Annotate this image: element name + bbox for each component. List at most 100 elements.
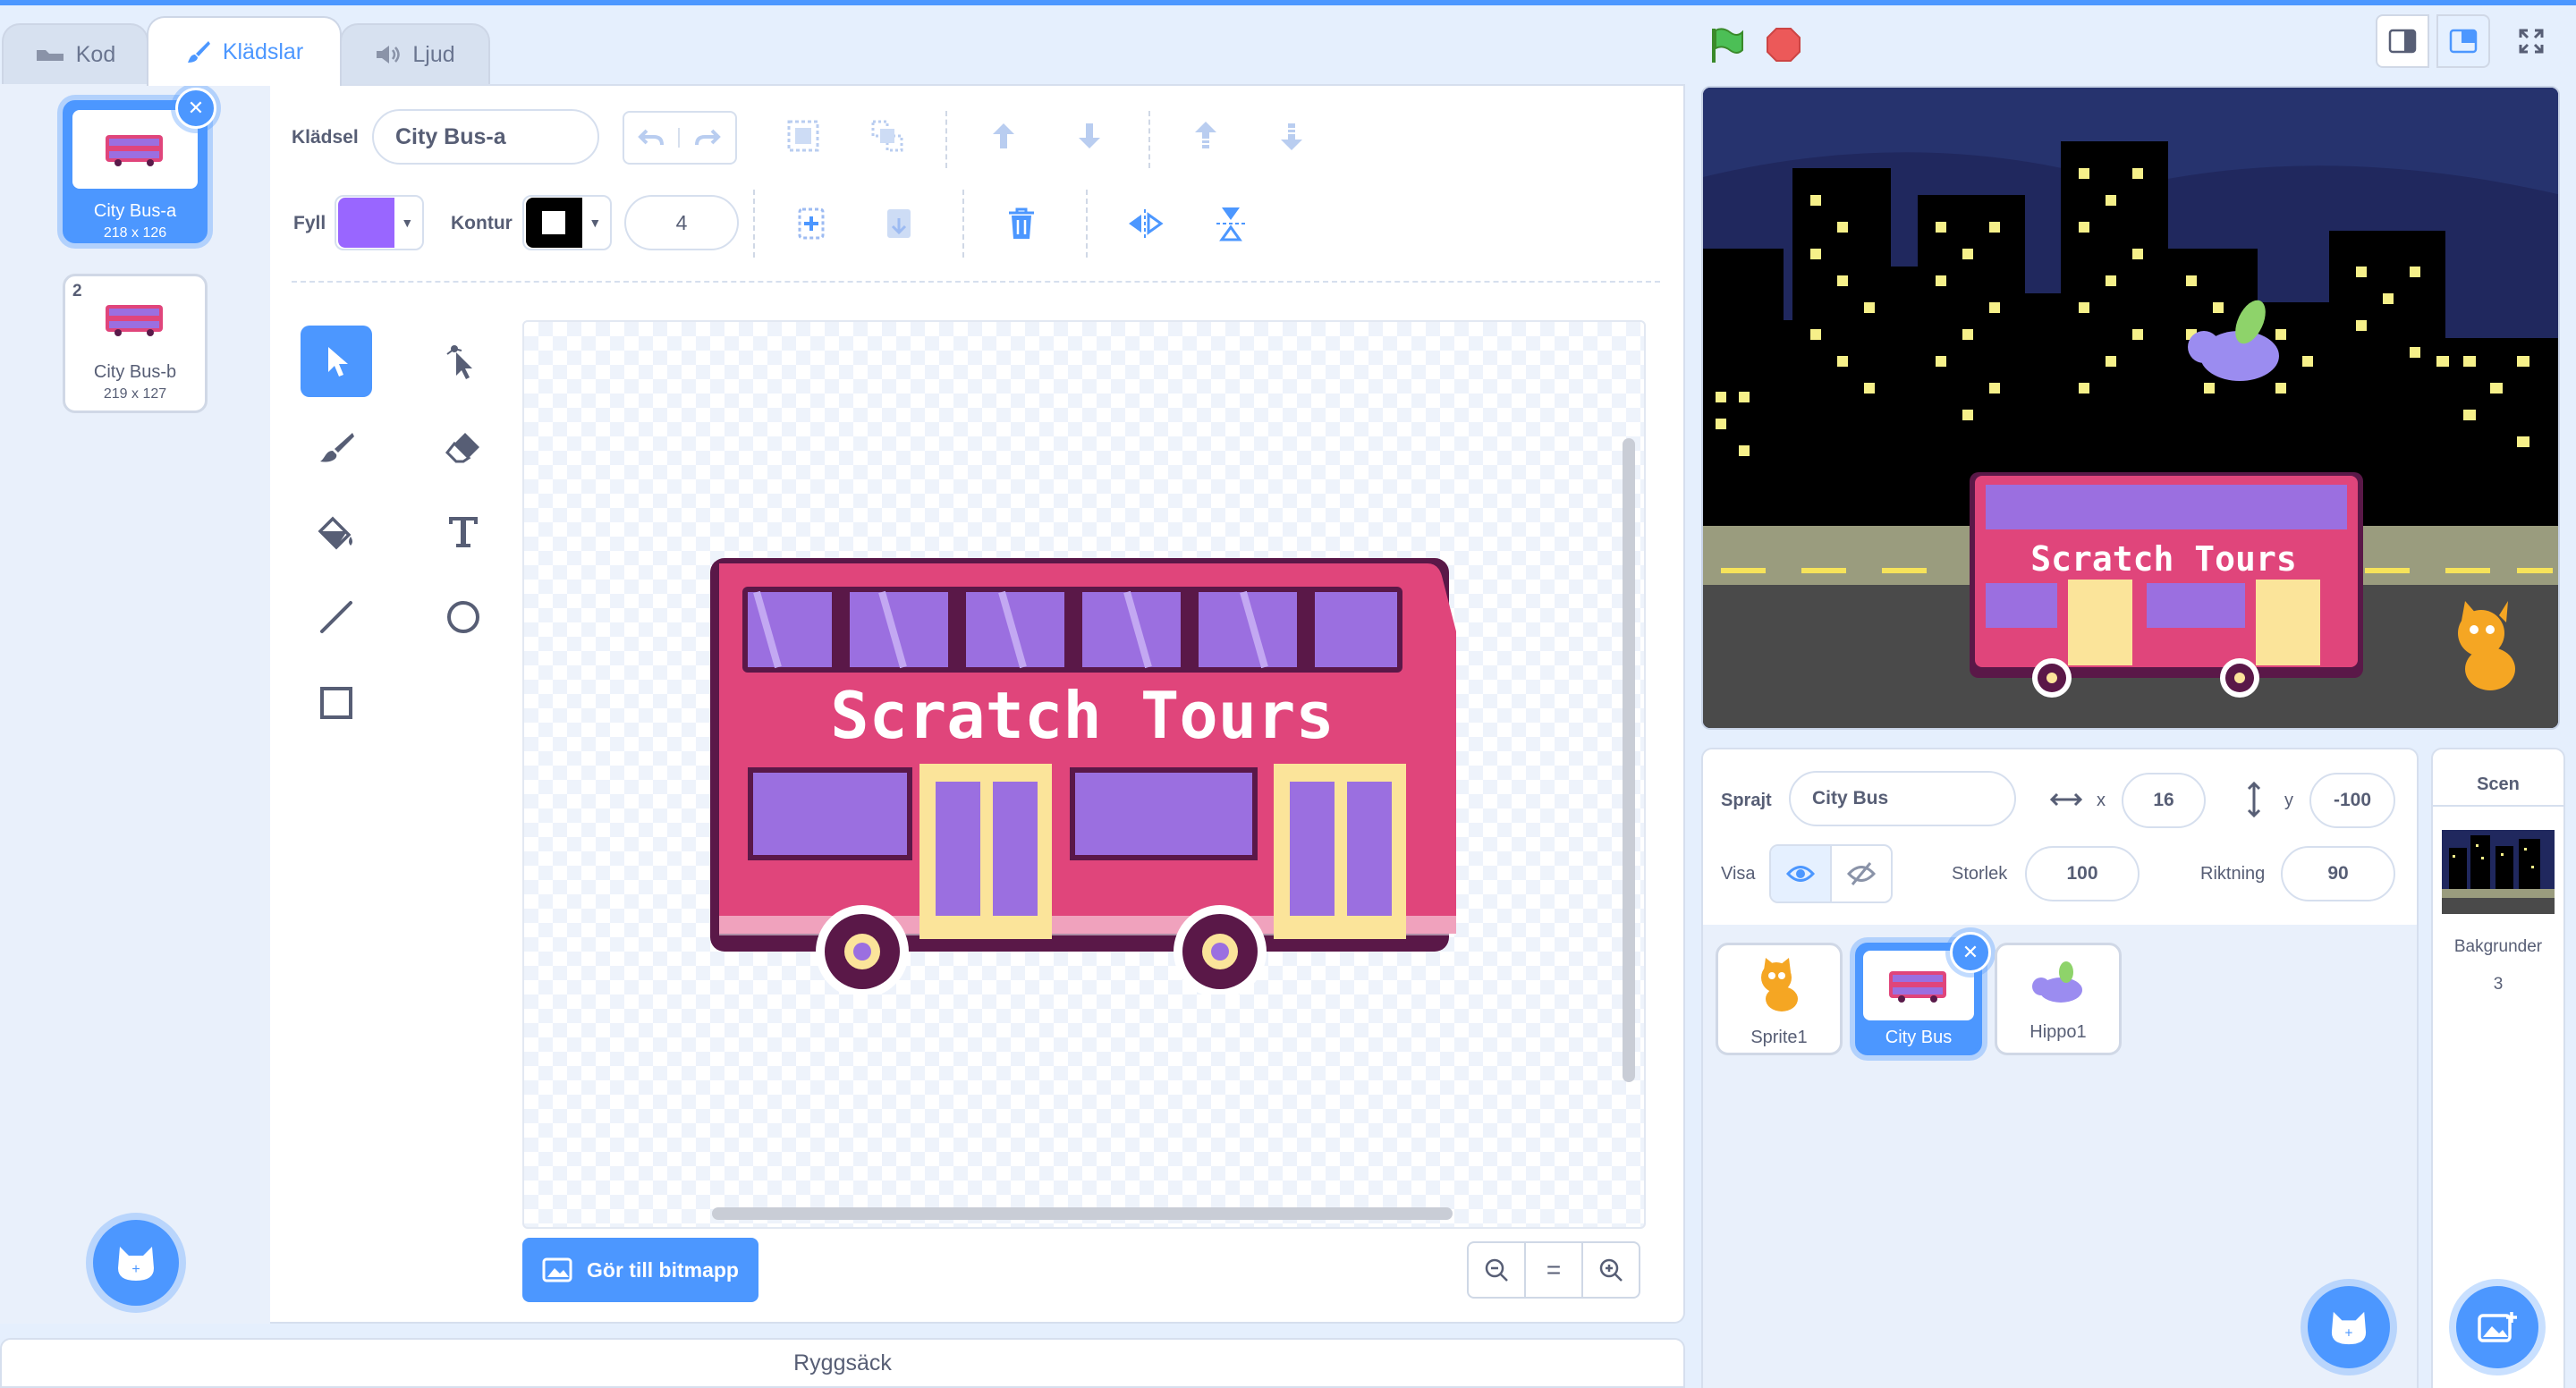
arrow-down-icon <box>1079 123 1100 148</box>
circle-tool[interactable] <box>428 581 499 653</box>
x-label: x <box>2097 791 2106 810</box>
delete-costume-button[interactable]: ✕ <box>175 88 216 129</box>
zoom-reset-button[interactable]: = <box>1524 1241 1583 1299</box>
line-tool[interactable] <box>301 581 372 653</box>
choose-backdrop-button[interactable] <box>2456 1286 2538 1368</box>
bus-thumbnail-icon <box>1889 971 1946 1003</box>
undo-icon <box>638 129 664 146</box>
sprite-name: Sprite1 <box>1750 1028 1808 1047</box>
group-button[interactable] <box>780 113 826 159</box>
y-input[interactable]: -100 <box>2309 773 2395 828</box>
zoom-in-button[interactable] <box>1581 1241 1640 1299</box>
backpack[interactable]: Ryggsäck <box>0 1338 1685 1388</box>
delete-sprite-button[interactable]: ✕ <box>1950 932 1991 973</box>
copy-button[interactable] <box>787 200 834 247</box>
rectangle-icon <box>320 687 352 719</box>
outline-color-picker[interactable]: ▼ <box>522 195 612 250</box>
redo-icon <box>695 129 721 146</box>
canvas-vertical-scrollbar[interactable] <box>1623 438 1635 1082</box>
text-tool[interactable] <box>428 495 499 567</box>
back-button[interactable] <box>1268 113 1315 159</box>
top-accent-bar <box>0 0 2576 5</box>
hide-button[interactable] <box>1832 846 1891 901</box>
speaker-icon <box>377 46 401 63</box>
costume-size: 219 x 127 <box>103 386 167 402</box>
size-input[interactable]: 100 <box>2025 846 2140 901</box>
eraser-tool[interactable] <box>428 411 499 483</box>
select-tool[interactable] <box>301 326 372 397</box>
code-icon <box>36 50 64 61</box>
show-label: Visa <box>1721 864 1756 884</box>
normal-stage-button[interactable] <box>2436 14 2490 68</box>
costume-thumbnail <box>71 292 199 346</box>
paintbrush-icon <box>187 41 210 63</box>
stage[interactable]: Scratch Tours <box>1701 86 2560 730</box>
rectangle-tool[interactable] <box>301 667 372 739</box>
flip-horizontal-icon <box>1129 209 1164 238</box>
sprite-tile-hippo1[interactable]: Hippo1 <box>1995 943 2122 1055</box>
costume-name-input[interactable]: City Bus-a <box>372 109 599 165</box>
arrow-to-top-icon <box>1195 122 1216 148</box>
svg-text:+: + <box>2345 1325 2353 1341</box>
costume-size: 218 x 126 <box>103 225 167 241</box>
circle-icon <box>447 601 479 633</box>
direction-label: Riktning <box>2200 864 2266 884</box>
tab-sounds[interactable]: Ljud <box>340 23 490 84</box>
sprite-name-input[interactable]: City Bus <box>1789 771 2016 826</box>
reshape-tool[interactable] <box>428 326 499 397</box>
green-flag-button[interactable] <box>1705 23 1748 66</box>
backward-button[interactable] <box>1066 113 1113 159</box>
flip-horizontal-button[interactable] <box>1122 200 1168 247</box>
backdrops-label: Bakgrunder <box>2453 937 2543 956</box>
eraser-icon <box>445 433 479 463</box>
stage-divider <box>2431 805 2565 807</box>
choose-costume-button[interactable]: + <box>93 1220 179 1306</box>
costume-list <box>0 84 272 1324</box>
x-input[interactable]: 16 <box>2122 773 2206 828</box>
direction-input[interactable]: 90 <box>2281 846 2395 901</box>
show-button[interactable] <box>1771 846 1832 901</box>
small-stage-button[interactable] <box>2376 14 2429 68</box>
tab-costumes[interactable]: Klädslar <box>147 16 342 86</box>
tab-code[interactable]: Kod <box>2 23 148 84</box>
canvas-horizontal-scrollbar[interactable] <box>712 1207 1453 1220</box>
y-label: y <box>2284 791 2293 810</box>
normal-stage-icon <box>2449 29 2478 54</box>
outline-width-input[interactable]: 4 <box>624 195 739 250</box>
redo-button[interactable] <box>680 128 735 148</box>
sprite-name: Hippo1 <box>2029 1022 2087 1042</box>
choose-sprite-button[interactable]: + <box>2308 1286 2390 1368</box>
zoom-out-button[interactable] <box>1467 1241 1526 1299</box>
ungroup-button[interactable] <box>864 113 911 159</box>
trash-icon <box>1009 207 1034 239</box>
delete-button[interactable] <box>998 200 1045 247</box>
front-button[interactable] <box>1182 113 1229 159</box>
sprite-tile-sprite1[interactable]: Sprite1 <box>1716 943 1843 1055</box>
backdrop-thumbnail <box>2442 830 2555 914</box>
undo-button[interactable] <box>624 128 680 148</box>
fullscreen-button[interactable] <box>2504 14 2558 68</box>
ungroup-icon <box>871 120 903 152</box>
tab-costumes-label: Klädslar <box>222 38 304 64</box>
forward-button[interactable] <box>980 113 1027 159</box>
stop-icon <box>1767 28 1801 62</box>
convert-to-bitmap-button[interactable]: Gör till bitmapp <box>522 1238 758 1302</box>
fill-color-picker[interactable]: ▼ <box>335 195 424 250</box>
eye-icon <box>1786 866 1815 882</box>
toolbar-divider <box>753 190 755 258</box>
brush-tool[interactable] <box>301 411 372 483</box>
arrow-to-bottom-icon <box>1281 123 1302 150</box>
small-stage-icon <box>2388 29 2417 54</box>
toolbar-divider <box>962 190 964 258</box>
costume-number: 1 <box>74 110 84 129</box>
hippo-sprite-thumbnail <box>2032 961 2082 1003</box>
fill-tool[interactable] <box>301 495 372 567</box>
flip-vertical-button[interactable] <box>1208 200 1254 247</box>
green-flag-icon <box>1712 28 1743 63</box>
paste-button[interactable] <box>875 200 921 247</box>
costume-tile-2[interactable]: 2 City Bus-b 219 x 127 <box>63 274 208 413</box>
tab-sounds-label: Ljud <box>412 41 455 67</box>
chevron-down-icon: ▼ <box>589 216 602 230</box>
bus-thumbnail-icon <box>106 305 163 336</box>
stop-button[interactable] <box>1762 23 1805 66</box>
